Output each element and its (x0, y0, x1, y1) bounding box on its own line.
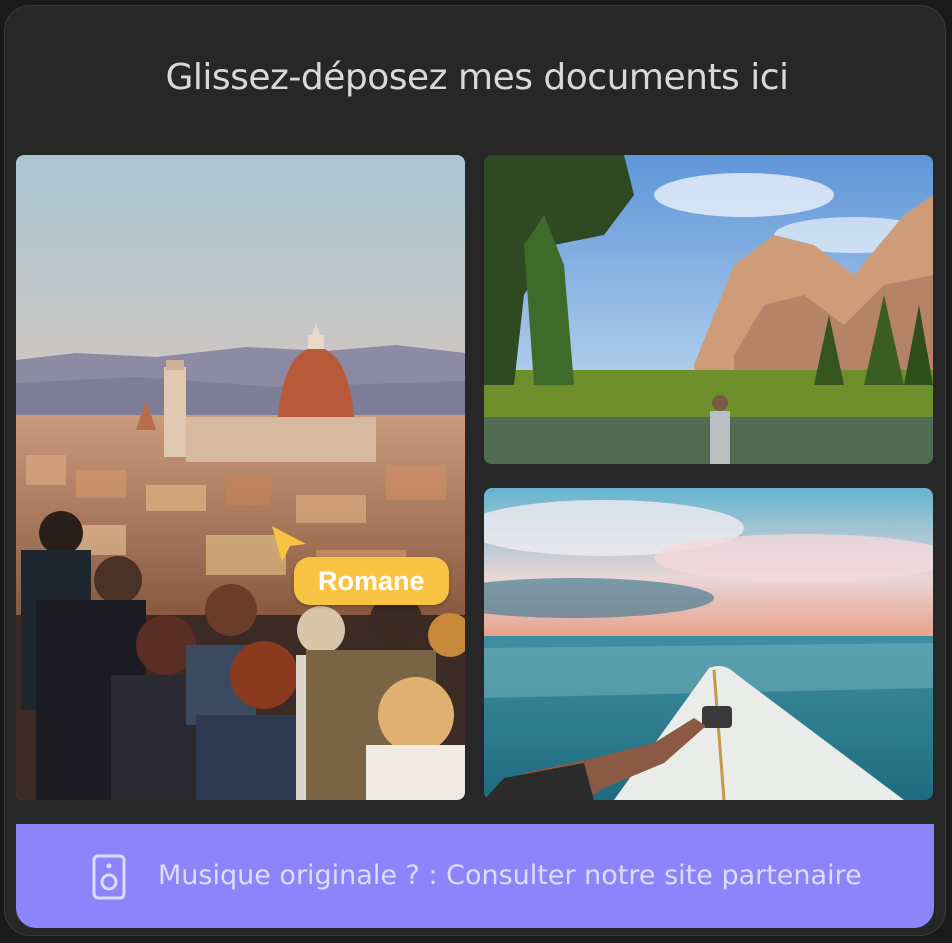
drop-zone-title: Glissez-déposez mes documents ici (165, 57, 789, 98)
ocean-photo-graphic (484, 488, 933, 800)
collaborator-name-badge: Romane (294, 557, 449, 605)
drop-zone-panel[interactable]: Glissez-déposez mes documents ici Romane… (4, 5, 946, 936)
florence-cathedral-photo[interactable] (16, 155, 465, 800)
yosemite-photo-graphic (484, 155, 933, 464)
florence-photo-graphic (16, 155, 465, 800)
partner-site-banner[interactable]: Musique originale ? : Consulter notre si… (16, 824, 934, 928)
yosemite-mountain-photo[interactable] (484, 155, 933, 464)
surfboard-ocean-photo[interactable] (484, 488, 933, 800)
partner-site-link[interactable]: Musique originale ? : Consulter notre si… (158, 860, 862, 891)
speaker-icon (92, 854, 126, 900)
